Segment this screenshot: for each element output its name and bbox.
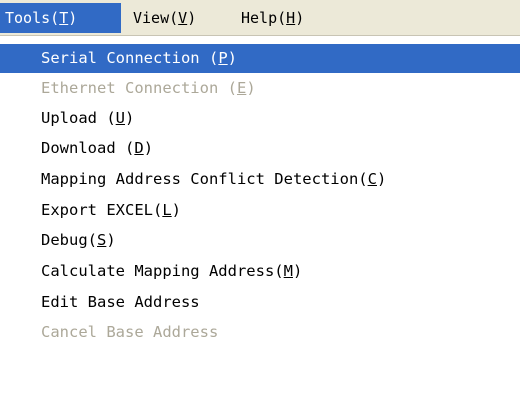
menu-bar: Tools(T) View(V) Help(H) <box>0 0 520 36</box>
menu-item-mnemonic: E <box>236 79 247 97</box>
menu-item-mapping-address-conflict-detection[interactable]: Mapping Address Conflict Detection(C) <box>0 165 520 194</box>
menu-item-cancel-base-address: Cancel Base Address <box>0 318 520 347</box>
menu-item-label: Debug <box>41 231 88 249</box>
menu-item-calculate-mapping-address[interactable]: Calculate Mapping Address(M) <box>0 257 520 286</box>
menu-item-mnemonic: L <box>162 201 172 219</box>
menu-item-label: Cancel Base Address <box>41 323 219 341</box>
menu-item-label: Upload <box>41 109 107 127</box>
menu-item-ethernet-connection: Ethernet Connection (E) <box>41 79 256 97</box>
menu-item-serial-connection[interactable]: Serial Connection (P) <box>0 44 520 73</box>
tools-dropdown-menu: Serial Connection (P) Ethernet Connectio… <box>0 44 520 401</box>
menu-tools[interactable]: Tools(T) <box>0 3 121 33</box>
menu-item-label: Edit Base Address <box>41 293 200 311</box>
menu-item-mnemonic: S <box>97 231 107 249</box>
menu-item-mnemonic: M <box>283 262 293 280</box>
menu-tools-mnemonic: T <box>59 9 69 27</box>
menu-item-mnemonic: D <box>134 139 144 157</box>
menu-help[interactable]: Help(H) <box>236 3 336 33</box>
menu-item-debug[interactable]: Debug(S) <box>0 226 520 255</box>
menu-item-upload[interactable]: Upload (U) <box>0 104 520 133</box>
menu-item-label: Serial Connection <box>41 49 209 67</box>
menu-item-label: Download <box>41 139 125 157</box>
menu-item-label: Mapping Address Conflict Detection <box>41 170 359 188</box>
menu-view-mnemonic: V <box>178 9 188 27</box>
menu-item-label: Ethernet Connection <box>41 79 228 97</box>
menu-item-mnemonic: U <box>115 109 126 127</box>
menu-item-mnemonic: C <box>367 170 377 188</box>
menu-item-export-excel[interactable]: Export EXCEL(L) <box>0 196 520 225</box>
menu-help-label: Help <box>241 9 278 27</box>
menu-item-download[interactable]: Download (D) <box>0 134 520 163</box>
menu-item-edit-base-address[interactable]: Edit Base Address <box>0 288 520 317</box>
menu-item-mnemonic: P <box>218 49 228 67</box>
menu-view[interactable]: View(V) <box>128 3 232 33</box>
menu-help-mnemonic: H <box>286 9 296 27</box>
menu-item-label: Export EXCEL <box>41 201 153 219</box>
menu-tools-label: Tools <box>5 9 51 27</box>
menu-view-label: View <box>133 9 170 27</box>
menu-item-label: Calculate Mapping Address <box>41 262 275 280</box>
